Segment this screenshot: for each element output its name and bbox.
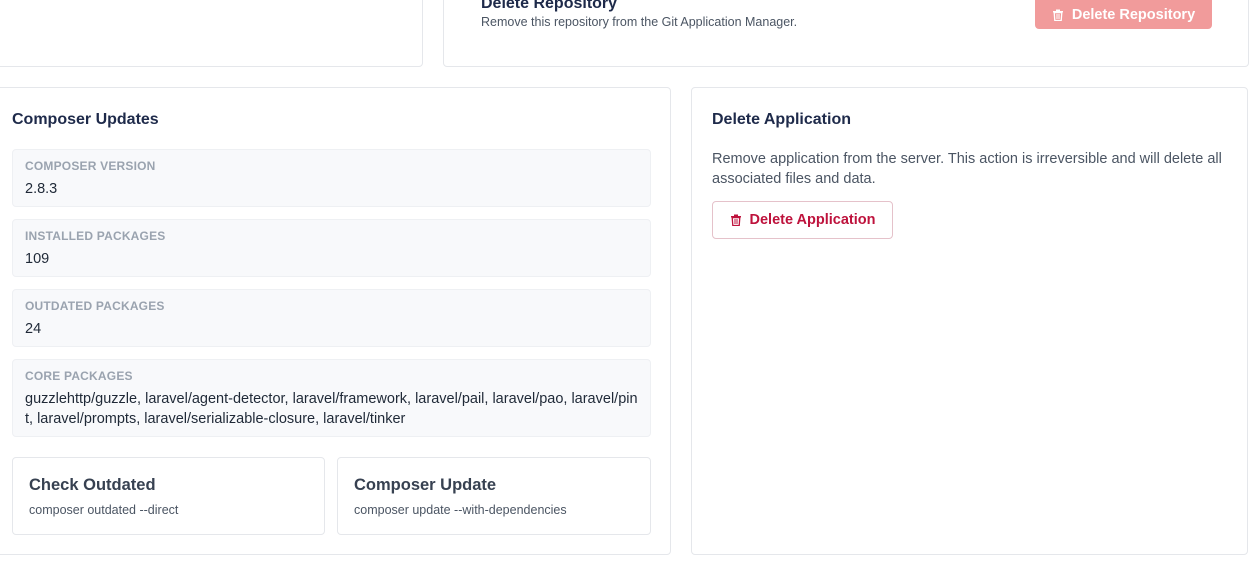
core-packages-box: CORE PACKAGES guzzlehttp/guzzle, laravel…: [12, 359, 651, 437]
core-packages-value: guzzlehttp/guzzle, laravel/agent-detecto…: [25, 391, 638, 427]
composer-version-box: COMPOSER VERSION 2.8.3: [12, 149, 651, 207]
composer-updates-card: Composer Updates COMPOSER VERSION 2.8.3 …: [0, 87, 671, 555]
outdated-packages-label: OUTDATED PACKAGES: [25, 299, 165, 313]
check-outdated-title: Check Outdated: [29, 476, 156, 494]
check-outdated-command: composer outdated --direct: [29, 503, 179, 517]
composer-update-button[interactable]: Composer Update composer update --with-d…: [337, 457, 651, 535]
trash-icon: [730, 214, 741, 226]
trash-icon: [1052, 9, 1063, 21]
outdated-packages-value: 24: [25, 321, 42, 337]
delete-application-title: Delete Application: [712, 111, 851, 128]
delete-application-description: Remove application from the server. This…: [712, 151, 1222, 187]
delete-repository-button[interactable]: Delete Repository: [1035, 0, 1212, 29]
installed-packages-label: INSTALLED PACKAGES: [25, 229, 166, 243]
composer-update-title: Composer Update: [354, 476, 497, 494]
composer-version-value: 2.8.3: [25, 181, 58, 197]
composer-version-label: COMPOSER VERSION: [25, 159, 156, 173]
delete-repository-card: Delete Repository Remove this repository…: [443, 0, 1249, 67]
core-packages-label: CORE PACKAGES: [25, 369, 133, 383]
delete-application-button-label: Delete Application: [749, 212, 876, 228]
delete-repository-description: Remove this repository from the Git Appl…: [481, 15, 798, 29]
installed-packages-value: 109: [25, 251, 50, 267]
installed-packages-box: INSTALLED PACKAGES 109: [12, 219, 651, 277]
delete-repository-button-label: Delete Repository: [1071, 7, 1196, 23]
delete-application-card: Delete Application Remove application fr…: [691, 87, 1248, 555]
delete-repository-title: Delete Repository: [481, 0, 618, 12]
top-left-card: [0, 0, 423, 67]
delete-application-button[interactable]: Delete Application: [712, 201, 893, 239]
outdated-packages-box: OUTDATED PACKAGES 24: [12, 289, 651, 347]
composer-updates-title: Composer Updates: [12, 111, 159, 128]
check-outdated-button[interactable]: Check Outdated composer outdated --direc…: [12, 457, 325, 535]
composer-update-command: composer update --with-dependencies: [354, 503, 567, 517]
